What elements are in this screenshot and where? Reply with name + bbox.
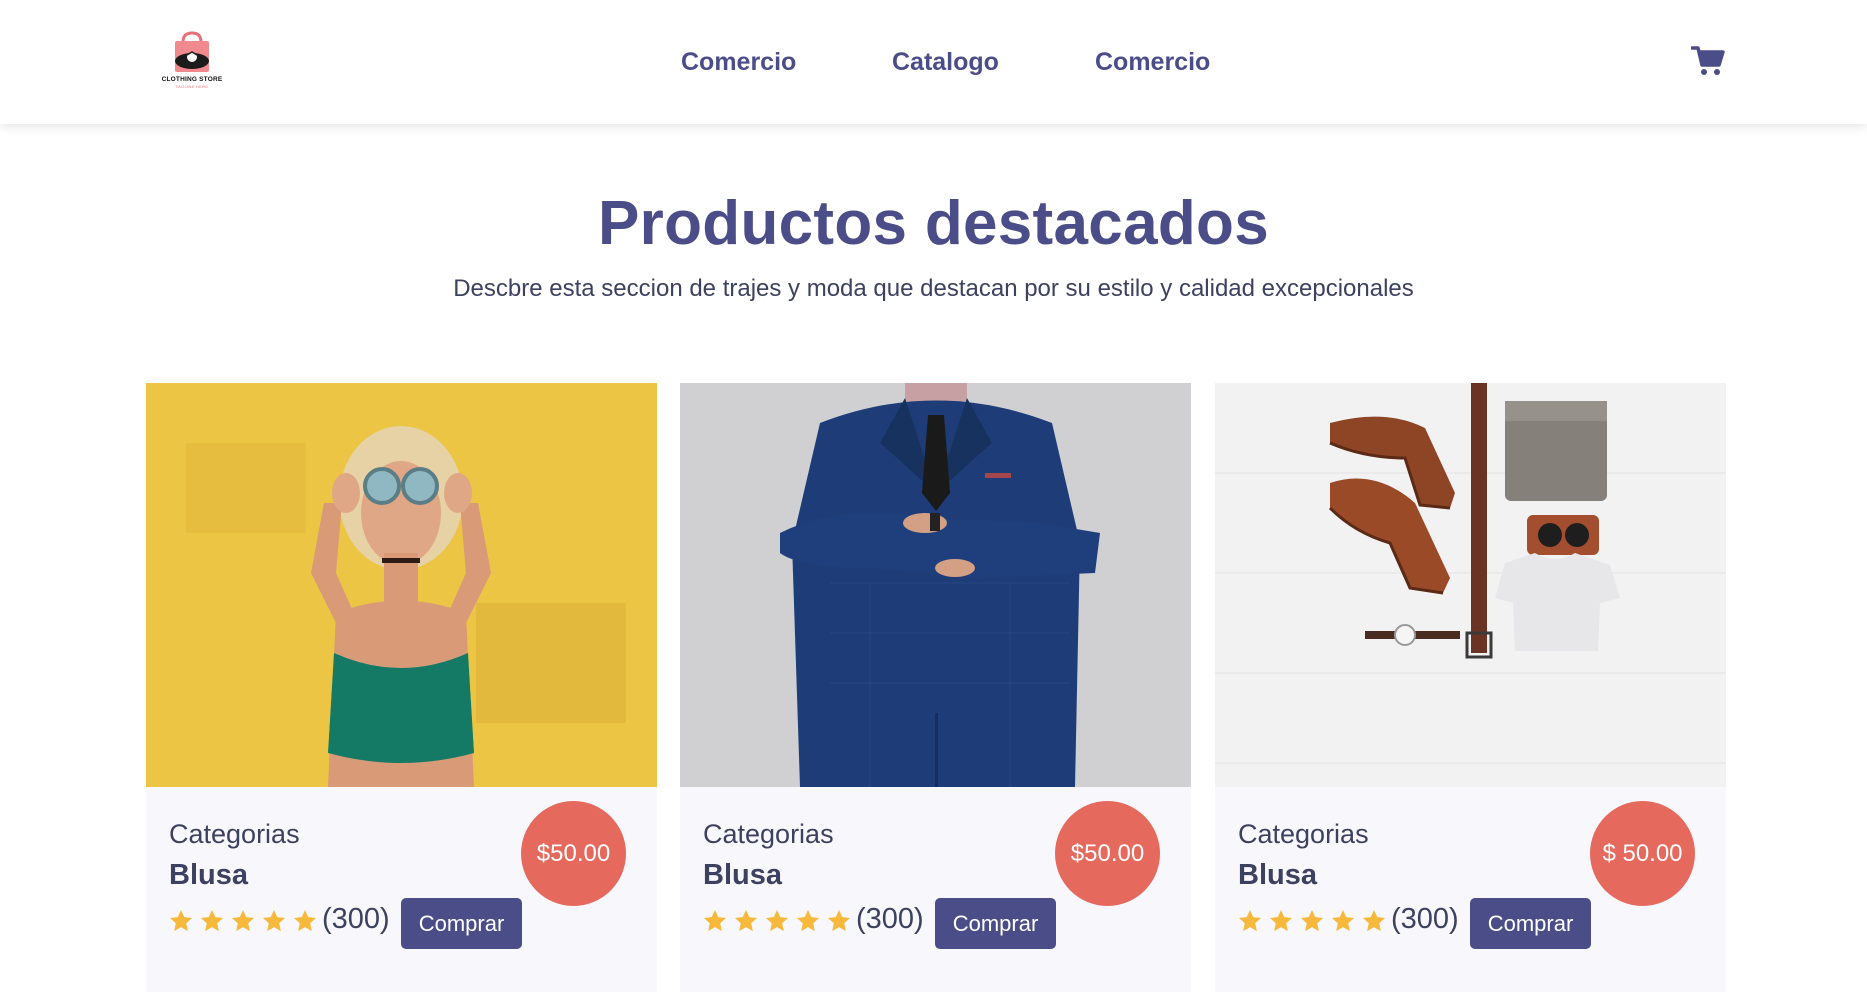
product-name: Blusa — [1238, 859, 1317, 891]
nav-link-comercio[interactable]: Comercio — [681, 48, 796, 77]
star-icon — [796, 909, 820, 932]
buy-button[interactable]: Comprar — [1470, 898, 1591, 949]
logo-tagline: TAGLINE HERE — [175, 84, 209, 89]
price-badge: $50.00 — [1055, 801, 1160, 906]
product-name: Blusa — [703, 859, 782, 891]
product-category: Categorias — [703, 819, 834, 849]
product-card: $50.00 Categorias Blusa (300) Comprar — [680, 383, 1191, 992]
nav-link-comercio-2[interactable]: Comercio — [1095, 48, 1210, 77]
price-badge: $ 50.00 — [1590, 801, 1695, 906]
buy-button[interactable]: Comprar — [935, 898, 1056, 949]
page-subtitle: Descbre esta seccion de trajes y moda qu… — [453, 275, 1414, 302]
nav-link-catalogo[interactable]: Catalogo — [892, 48, 999, 77]
man-blue-suit-photo[interactable] — [680, 383, 1191, 787]
star-icon — [1269, 909, 1293, 932]
star-icon — [827, 909, 851, 932]
product-card: $50.00 Categorias Blusa (300) Comprar — [146, 383, 657, 992]
store-logo[interactable]: CLOTHING STORE TAGLINE HERE — [156, 28, 228, 90]
woman-yellow-wall-photo[interactable] — [146, 383, 657, 787]
star-icon — [262, 909, 286, 932]
page-title: Productos destacados — [598, 189, 1269, 258]
logo-name: CLOTHING STORE — [161, 76, 223, 83]
star-icon — [293, 909, 317, 932]
star-icon — [1300, 909, 1324, 932]
nav-item-catalogo: Catalogo — [892, 44, 999, 80]
shopping-bag-logo-icon — [175, 31, 209, 72]
price-badge: $50.00 — [521, 801, 626, 906]
star-icon — [200, 909, 224, 932]
star-icon — [1331, 909, 1355, 932]
flatlay-boots-accessories-photo[interactable] — [1215, 383, 1726, 787]
star-icon — [1362, 909, 1386, 932]
nav-item-comercio: Comercio — [681, 44, 796, 80]
star-icon — [765, 909, 789, 932]
product-category: Categorias — [169, 819, 300, 849]
star-icon — [703, 909, 727, 932]
review-count: (300) — [322, 903, 390, 935]
product-category: Categorias — [1238, 819, 1369, 849]
star-icon — [1238, 909, 1262, 932]
top-navbar: CLOTHING STORE TAGLINE HERE Comercio Cat… — [0, 0, 1867, 124]
shopping-cart-icon[interactable] — [1690, 44, 1725, 78]
rating-stars — [702, 908, 852, 934]
nav-item-comercio-2: Comercio — [1095, 44, 1210, 80]
rating-stars — [168, 908, 318, 934]
product-card: $ 50.00 Categorias Blusa (300) Comprar — [1215, 383, 1726, 992]
product-name: Blusa — [169, 859, 248, 891]
star-icon — [169, 909, 193, 932]
rating-stars — [1237, 908, 1387, 934]
buy-button[interactable]: Comprar — [401, 898, 522, 949]
review-count: (300) — [1391, 903, 1459, 935]
star-icon — [734, 909, 758, 932]
star-icon — [231, 909, 255, 932]
review-count: (300) — [856, 903, 924, 935]
